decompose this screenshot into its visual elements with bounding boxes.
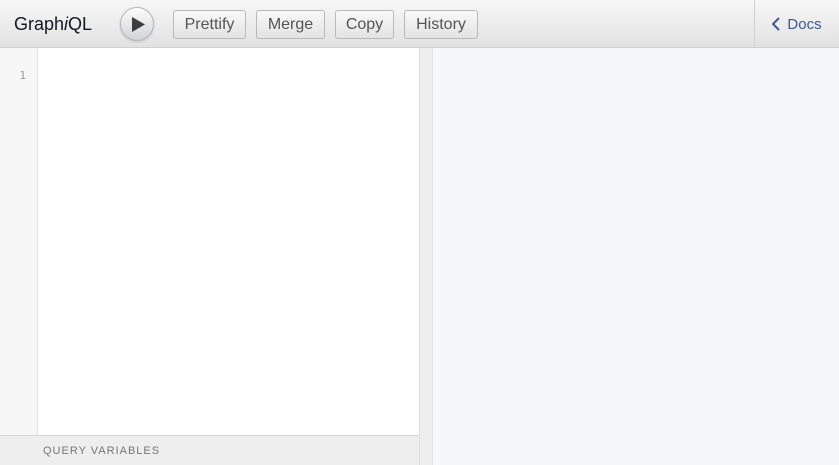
chevron-left-icon xyxy=(772,17,781,31)
query-variables-title: QUERY VARIABLES xyxy=(43,445,161,457)
merge-button[interactable]: Merge xyxy=(256,10,325,39)
app-title: GraphiQL xyxy=(14,14,92,35)
query-variables-bar[interactable]: QUERY VARIABLES xyxy=(0,435,419,465)
title-suffix: QL xyxy=(68,14,93,34)
query-input[interactable] xyxy=(38,48,419,435)
docs-button[interactable]: Docs xyxy=(754,0,839,48)
prettify-button[interactable]: Prettify xyxy=(173,10,246,39)
execute-query-button[interactable] xyxy=(120,7,154,41)
query-editor: 1 QUERY VARIABLES xyxy=(0,48,419,465)
pane-resize-handle[interactable] xyxy=(419,48,433,465)
line-number-gutter: 1 xyxy=(0,48,38,435)
result-pane xyxy=(433,48,839,465)
docs-label: Docs xyxy=(787,15,822,33)
toolbar: GraphiQL Prettify Merge Copy History Doc… xyxy=(0,0,839,48)
title-prefix: Graph xyxy=(14,14,65,34)
graphiql-app: GraphiQL Prettify Merge Copy History Doc… xyxy=(0,0,839,465)
line-number: 1 xyxy=(19,69,26,82)
history-button[interactable]: History xyxy=(404,10,478,39)
copy-button[interactable]: Copy xyxy=(335,10,394,39)
play-icon xyxy=(132,16,145,32)
